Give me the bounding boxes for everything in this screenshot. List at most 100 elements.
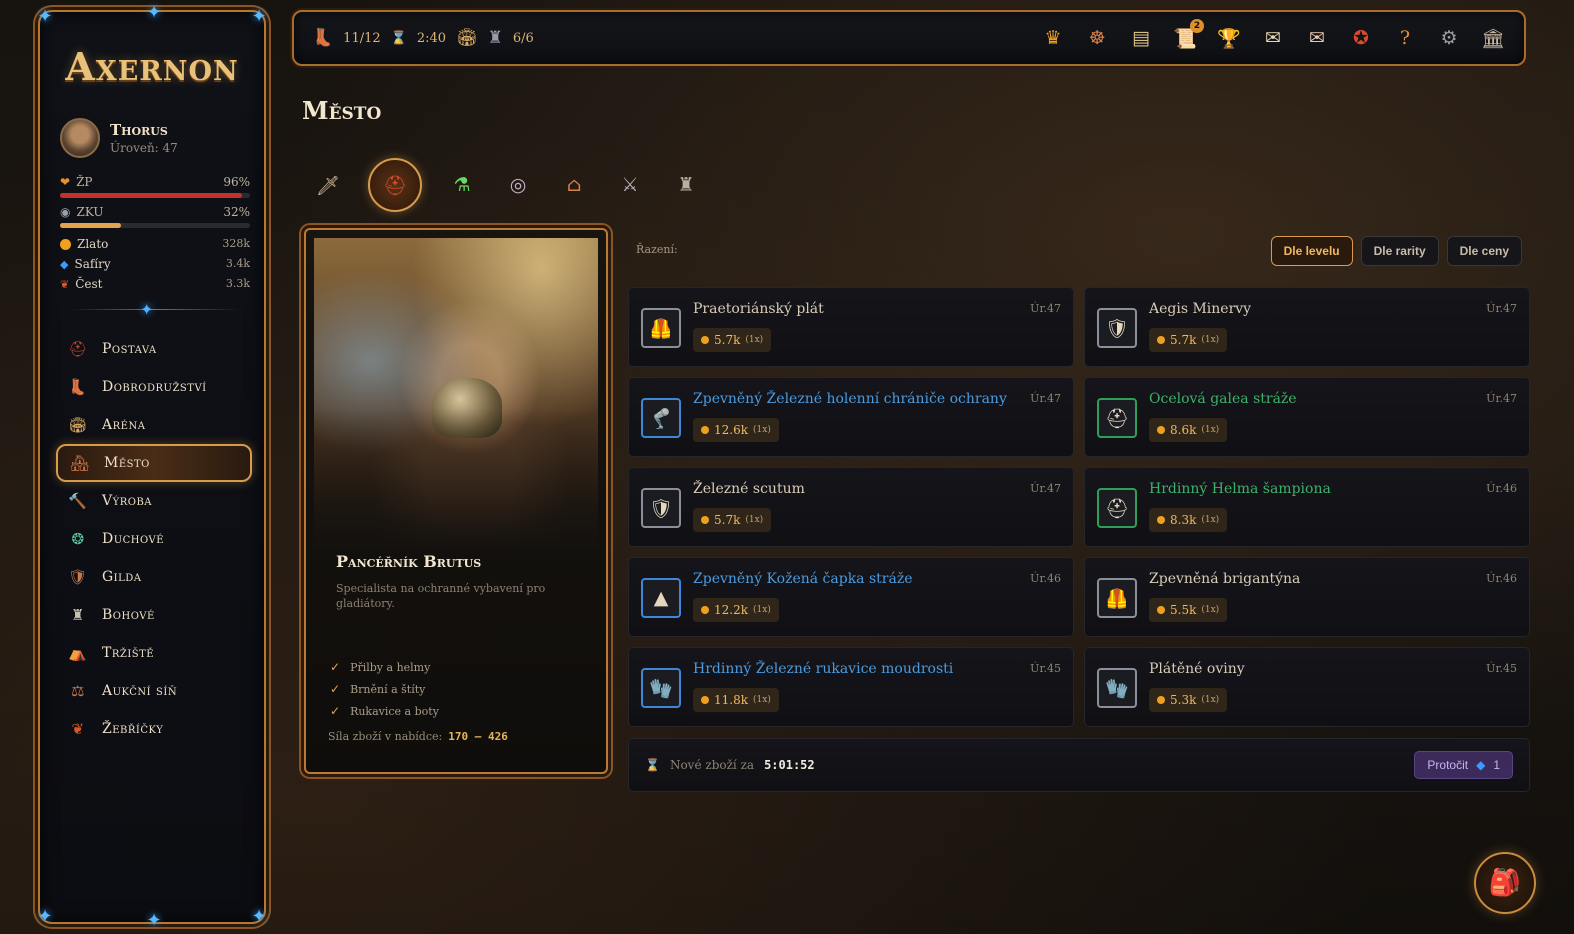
xp-bar-fill: [60, 223, 121, 228]
resource-label: Safíry: [74, 257, 111, 271]
nav-item-gilda[interactable]: 🛡 Gilda: [56, 558, 252, 596]
boot-icon: 👢: [312, 28, 334, 48]
nav-item-dobrodruzstvi[interactable]: 👢 Dobrodružství: [56, 368, 252, 406]
boot-icon: 👢: [68, 378, 88, 396]
price-quantity: (1x): [753, 695, 771, 705]
check-icon: ✓: [330, 660, 341, 674]
mail-icon[interactable]: ✉: [1304, 25, 1330, 51]
specialty-item: ✓ Rukavice a boty: [330, 700, 439, 722]
resource-value: 328k: [222, 237, 250, 250]
nav-item-trziste[interactable]: ⛺ Tržiště: [56, 634, 252, 672]
gold-coin-icon: [1157, 336, 1165, 344]
tab-materials[interactable]: ⌂: [558, 161, 590, 209]
shop-item[interactable]: ⛑ Ocelová galea stráže Úr.47 8.6k (1x): [1084, 377, 1530, 457]
specialty-label: Přilby a helmy: [350, 660, 431, 674]
tab-armor[interactable]: ⛑: [368, 158, 422, 212]
item-price[interactable]: 8.3k (1x): [1149, 508, 1228, 532]
player-card[interactable]: Thorus Úroveň: 47: [60, 118, 178, 158]
shop-item[interactable]: 🧤 Plátěné oviny Úr.45 5.3k (1x): [1084, 647, 1530, 727]
price-value: 5.7k: [1170, 333, 1197, 347]
quest-scroll-icon[interactable]: 📜 2: [1172, 19, 1204, 51]
gold-coin-icon: [701, 336, 709, 344]
nav-item-mesto[interactable]: 🏘 Město: [56, 444, 252, 482]
sort-by-level-button[interactable]: Dle levelu: [1270, 236, 1353, 266]
inventory-bag-button[interactable]: 🎒: [1474, 852, 1536, 914]
price-value: 5.3k: [1170, 693, 1197, 707]
xp-orb-icon: ◉: [60, 205, 71, 219]
main-nav: ⛑ Postava 👢 Dobrodružství 🏟 Aréna 🏘 Město 🔨 V…: [56, 330, 252, 748]
tab-magic[interactable]: ◎: [502, 161, 534, 209]
sort-by-rarity-button[interactable]: Dle rarity: [1360, 236, 1439, 266]
help-icon[interactable]: ?: [1392, 25, 1418, 51]
item-price[interactable]: 5.5k (1x): [1149, 598, 1228, 622]
item-price[interactable]: 5.3k (1x): [1149, 688, 1228, 712]
xp-stat: ◉ ZKU 32%: [60, 205, 250, 219]
gear-icon[interactable]: ⚙: [1436, 25, 1462, 51]
map-icon[interactable]: ▤: [1128, 25, 1154, 51]
reroll-button[interactable]: Protočit ◆ 1: [1414, 751, 1513, 779]
tab-weapons[interactable]: 🗡: [312, 161, 344, 209]
price-quantity: (1x): [745, 335, 764, 345]
nav-item-bohove[interactable]: ♜ Bohové: [56, 596, 252, 634]
helmet-icon: ⛑: [1097, 488, 1137, 528]
divider: [70, 309, 240, 310]
town-icon: 🏘: [70, 454, 90, 472]
item-price[interactable]: 5.7k (1x): [693, 328, 772, 352]
medal-icon[interactable]: ✪: [1348, 25, 1374, 51]
helmet-icon: ⛑: [68, 340, 88, 358]
merchant-card: Pancéřník Brutus Specialista na ochranné…: [304, 228, 608, 774]
shop-item[interactable]: 🛡 Aegis Minervy Úr.47 5.7k (1x): [1084, 287, 1530, 367]
tab-trainer[interactable]: ⚔: [614, 161, 646, 209]
restock-bar: ⌛ Nové zboží za 5:01:52 Protočit ◆ 1: [628, 738, 1530, 792]
potion-icon: ⚗: [453, 174, 471, 196]
crown-icon[interactable]: ♛: [1040, 25, 1066, 51]
dagger-icon: 🗡: [315, 174, 341, 197]
nav-item-arena[interactable]: 🏟 Aréna: [56, 406, 252, 444]
shop-item[interactable]: ⛑ Hrdinný Helma šampiona Úr.46 8.3k (1x): [1084, 467, 1530, 547]
game-logo[interactable]: Axernon: [40, 44, 264, 89]
hourglass-icon: ⌛: [645, 758, 660, 772]
player-name: Thorus: [110, 121, 168, 139]
item-price[interactable]: 8.6k (1x): [1149, 418, 1228, 442]
temple-icon[interactable]: 🏛: [1480, 25, 1506, 51]
shop-item[interactable]: ▲ Zpevněný Kožená čapka stráže Úr.46 12.…: [628, 557, 1074, 637]
merchant-name: Pancéřník Brutus: [336, 552, 482, 571]
spirit-icon: ❂: [71, 530, 85, 548]
merchant-portrait: [314, 238, 598, 548]
nav-item-postava[interactable]: ⛑ Postava: [56, 330, 252, 368]
shop-item[interactable]: 🛡 Železné scutum Úr.47 5.7k (1x): [628, 467, 1074, 547]
nav-item-duchove[interactable]: ❂ Duchové: [56, 520, 252, 558]
item-price[interactable]: 12.2k (1x): [693, 598, 779, 622]
price-quantity: (1x): [753, 425, 771, 435]
shop-item[interactable]: 🦺 Praetoriánský plát Úr.47 5.7k (1x): [628, 287, 1074, 367]
nav-item-aukcni-sin[interactable]: ⚖ Aukční síň: [56, 672, 252, 710]
item-level: Úr.47: [1486, 392, 1517, 405]
item-price[interactable]: 12.6k (1x): [693, 418, 779, 442]
nav-item-zebricky[interactable]: ❦ Žebříčky: [56, 710, 252, 748]
honor-laurel-icon: ❦: [60, 277, 70, 291]
shop-item[interactable]: 🦺 Zpevněná brigantýna Úr.46 5.5k (1x): [1084, 557, 1530, 637]
trophy-icon[interactable]: 🏆: [1216, 25, 1242, 51]
wheel-icon[interactable]: ☸: [1084, 25, 1110, 51]
item-price[interactable]: 5.7k (1x): [1149, 328, 1228, 352]
player-level: Úroveň: 47: [110, 141, 178, 155]
shop-tabs: 🗡 ⛑ ⚗ ◎ ⌂ ⚔ ♜: [312, 158, 702, 212]
avatar[interactable]: [60, 118, 100, 158]
shop-item[interactable]: 🦿 Zpevněný Železné holenní chrániče ochr…: [628, 377, 1074, 457]
scroll-icon[interactable]: ✉: [1260, 25, 1286, 51]
nav-item-vyroba[interactable]: 🔨 Výroba: [56, 482, 252, 520]
item-price[interactable]: 5.7k (1x): [693, 508, 772, 532]
item-price[interactable]: 11.8k (1x): [693, 688, 779, 712]
shop-item[interactable]: 🧤 Hrdinný Železné rukavice moudrosti Úr.…: [628, 647, 1074, 727]
cap-icon: ▲: [641, 578, 681, 618]
sort-by-price-button[interactable]: Dle ceny: [1446, 236, 1522, 266]
price-value: 5.5k: [1170, 603, 1197, 617]
item-name: Plátěné oviny: [1149, 661, 1245, 677]
price-quantity: (1x): [1201, 335, 1220, 345]
resource-label: Zlato: [77, 237, 109, 251]
tab-tower[interactable]: ♜: [670, 161, 702, 209]
tab-potions[interactable]: ⚗: [446, 161, 478, 209]
shield-icon: 🛡: [641, 488, 681, 528]
gold-coin-icon: [701, 606, 709, 614]
item-level: Úr.46: [1030, 572, 1061, 585]
